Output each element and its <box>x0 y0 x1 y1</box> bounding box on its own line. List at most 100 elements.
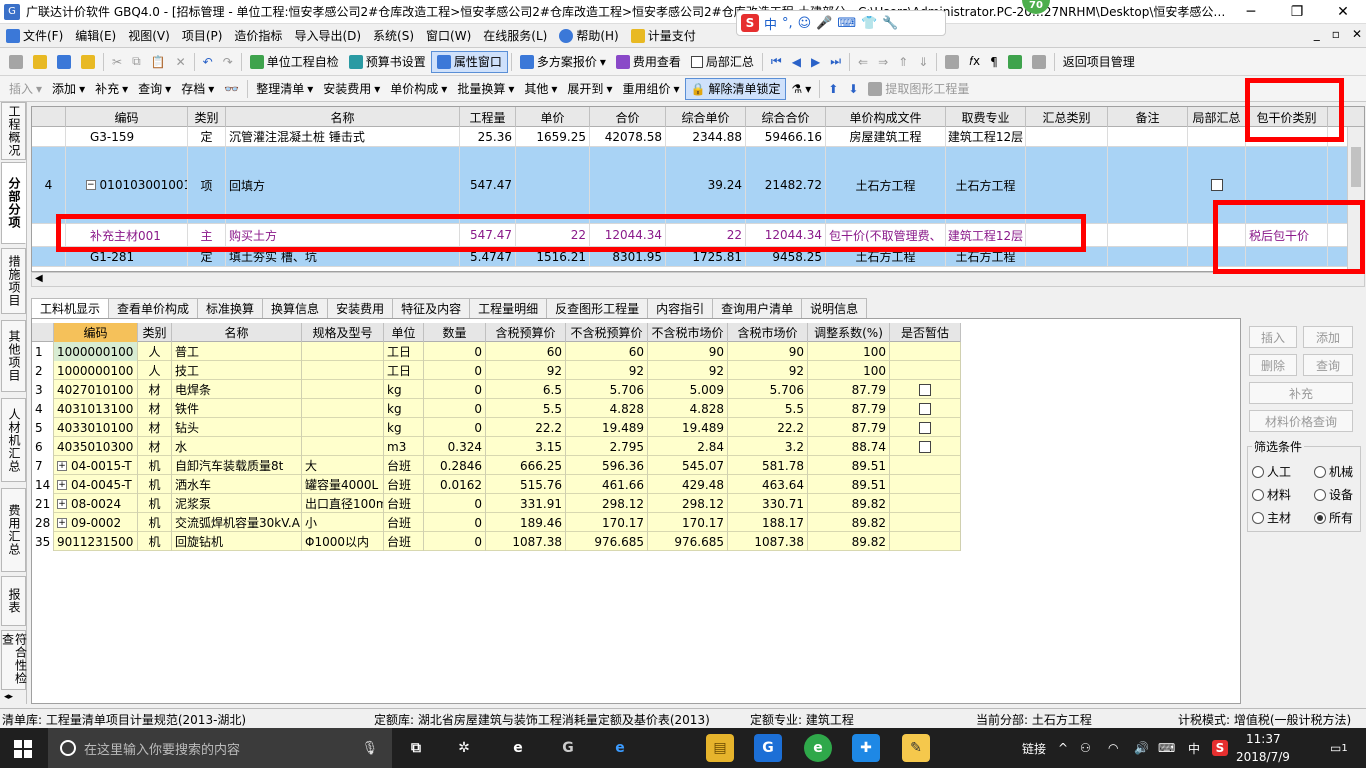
material-spec[interactable]: 大 <box>302 456 384 475</box>
expand-to-button[interactable]: 展开到 ▾ <box>562 78 617 100</box>
material-name[interactable]: 回旋钻机 <box>172 532 302 551</box>
tax-market-price[interactable]: 463.64 <box>728 475 808 494</box>
material-spec[interactable]: 出口直径100m <box>302 494 384 513</box>
item-summary-category[interactable] <box>1026 127 1108 146</box>
material-unit[interactable]: kg <box>384 418 424 437</box>
col-qty[interactable]: 数量 <box>424 323 486 342</box>
material-code[interactable]: 1000000100 <box>54 361 138 380</box>
adjust-coef[interactable]: 89.82 <box>808 513 890 532</box>
self-check-button[interactable]: 单位工程自检 <box>245 51 344 73</box>
tools-icon[interactable]: 🔧 <box>882 16 898 31</box>
table-row[interactable]: 6 4035010300 材水 m3 0.324 3.15 2.795 2.84 3.2 88.7… <box>32 437 961 456</box>
tax-market-price[interactable]: 330.71 <box>728 494 808 513</box>
table-row[interactable]: 35 9011231500 机回旋钻机 Φ1000以内 台班 0 1087.38 976.68… <box>32 532 961 551</box>
material-code[interactable]: 4033010100 <box>54 418 138 437</box>
cut-button[interactable]: ✂ <box>107 51 127 73</box>
next-button[interactable]: ▶ <box>806 51 825 73</box>
item-fee-major[interactable]: 建筑工程12层 <box>946 127 1026 146</box>
col-unit-price[interactable]: 单价 <box>516 107 590 127</box>
tab-project-overview[interactable]: 工程概况 <box>1 102 26 160</box>
binoculars-button[interactable]: 👓 <box>219 78 244 100</box>
material-qty[interactable]: 0 <box>424 380 486 399</box>
material-price-query-button[interactable]: 材料价格查询 <box>1249 410 1353 432</box>
item-composite-unit-price[interactable]: 39.24 <box>666 147 746 223</box>
material-unit[interactable]: 工日 <box>384 361 424 380</box>
menu-measure-pay[interactable]: 计量支付 <box>625 27 702 44</box>
notax-budget-price[interactable]: 92 <box>566 361 648 380</box>
local-summary-checkbox[interactable] <box>1210 179 1223 191</box>
material-code[interactable]: +04-0015-T <box>54 456 138 475</box>
mdi-restore-button[interactable]: ▫ <box>1332 27 1340 41</box>
menu-window[interactable]: 窗口(W) <box>420 27 477 44</box>
local-summary-checkbox[interactable] <box>690 55 703 68</box>
fan-app-icon[interactable]: ✲ <box>450 734 478 762</box>
is-estimate[interactable] <box>890 475 961 494</box>
item-unit-price[interactable]: 1659.25 <box>516 127 590 146</box>
filter-machine-radio[interactable]: 机械 <box>1314 463 1353 480</box>
edge-icon[interactable]: e <box>606 734 634 762</box>
col-type[interactable]: 类别 <box>138 323 172 342</box>
table-row[interactable]: 5 4033010100 材钻头 kg 0 22.2 19.489 19.489 22.2 87.… <box>32 418 961 437</box>
notax-market-price[interactable]: 2.84 <box>648 437 728 456</box>
col-tax-market-price[interactable]: 含税市场价 <box>728 323 808 342</box>
material-qty[interactable]: 0 <box>424 399 486 418</box>
add-button[interactable]: 添加 ▾ <box>47 78 90 100</box>
adjust-coef[interactable]: 89.51 <box>808 456 890 475</box>
notax-market-price[interactable]: 545.07 <box>648 456 728 475</box>
col-spec[interactable]: 规格及型号 <box>302 323 384 342</box>
cube-button[interactable] <box>1003 51 1027 73</box>
tray-people-icon[interactable]: ⚇ <box>1080 728 1091 768</box>
menu-view[interactable]: 视图(V) <box>122 27 176 44</box>
col-adjust-coef[interactable]: 调整系数(%) <box>808 323 890 342</box>
extract-graphic-button[interactable]: 提取图形工程量 <box>863 78 974 100</box>
table-row[interactable]: 4 4031013100 材铁件 kg 0 5.5 4.828 4.828 5.5 87.79 <box>32 399 961 418</box>
material-unit[interactable]: kg <box>384 380 424 399</box>
material-name[interactable]: 钻头 <box>172 418 302 437</box>
table-row[interactable]: 4 −010103001001 项 回填方 547.47 39.24 21482… <box>32 147 1348 224</box>
col-fee-major[interactable]: 取费专业 <box>946 107 1026 127</box>
ime-punct[interactable]: °, <box>782 16 793 31</box>
multi-quote-button[interactable]: 多方案报价 ▾ <box>515 51 611 73</box>
item-name[interactable]: 回填方 <box>226 147 460 223</box>
move-up-row-button[interactable]: ⬆ <box>823 78 843 100</box>
tab-labor-material-summary[interactable]: 人材机汇总 <box>1 398 26 482</box>
unit-price-compose-button[interactable]: 单价构成 ▾ <box>385 78 452 100</box>
tray-link-label[interactable]: 链接 <box>1022 728 1046 768</box>
col-type[interactable]: 类别 <box>188 107 226 127</box>
move-down-row-button[interactable]: ⬇ <box>843 78 863 100</box>
filter-all-radio[interactable]: 所有 <box>1314 509 1353 526</box>
tax-market-price[interactable]: 92 <box>728 361 808 380</box>
filter-main-material-radio[interactable]: 主材 <box>1252 509 1291 526</box>
col-name[interactable]: 名称 <box>226 107 460 127</box>
material-name[interactable]: 自卸汽车装载质量8t <box>172 456 302 475</box>
tab-convert-info[interactable]: 换算信息 <box>262 298 329 318</box>
notax-budget-price[interactable]: 60 <box>566 342 648 361</box>
material-code[interactable]: 4027010100 <box>54 380 138 399</box>
tray-time[interactable]: 11:37 <box>1246 730 1281 748</box>
item-remark[interactable] <box>1108 147 1188 223</box>
table-row[interactable]: 14 +04-0045-T 机洒水车 罐容量4000L 台班 0.0162 515.76 46… <box>32 475 961 494</box>
col-composite-unit-price[interactable]: 综合单价 <box>666 107 746 127</box>
copy-button[interactable]: ⧉ <box>127 51 146 73</box>
mdi-minimize-button[interactable]: _ <box>1314 27 1320 41</box>
fee-view-button[interactable]: 费用查看 <box>611 51 686 73</box>
material-spec[interactable] <box>302 418 384 437</box>
material-code[interactable]: 9011231500 <box>54 532 138 551</box>
move-left-button[interactable]: ⇐ <box>853 51 873 73</box>
tray-wifi-icon[interactable]: ◠ <box>1108 728 1118 768</box>
notax-market-price[interactable]: 298.12 <box>648 494 728 513</box>
table-row[interactable]: 28 +09-0002 机交流弧焊机容量30kV.A 小台班 0 189.46 170.17… <box>32 513 961 532</box>
tax-market-price[interactable]: 3.2 <box>728 437 808 456</box>
material-spec[interactable] <box>302 361 384 380</box>
notes-button[interactable] <box>1027 51 1051 73</box>
col-total[interactable]: 合价 <box>590 107 666 127</box>
material-code[interactable]: 4031013100 <box>54 399 138 418</box>
notax-market-price[interactable]: 976.685 <box>648 532 728 551</box>
item-code[interactable]: −010103001001 <box>66 147 188 223</box>
tax-budget-price[interactable]: 5.5 <box>486 399 566 418</box>
other-button[interactable]: 其他 ▾ <box>519 78 562 100</box>
col-name[interactable]: 名称 <box>172 323 302 342</box>
new-button[interactable] <box>4 51 28 73</box>
tax-market-price[interactable]: 5.5 <box>728 399 808 418</box>
is-estimate[interactable] <box>890 513 961 532</box>
